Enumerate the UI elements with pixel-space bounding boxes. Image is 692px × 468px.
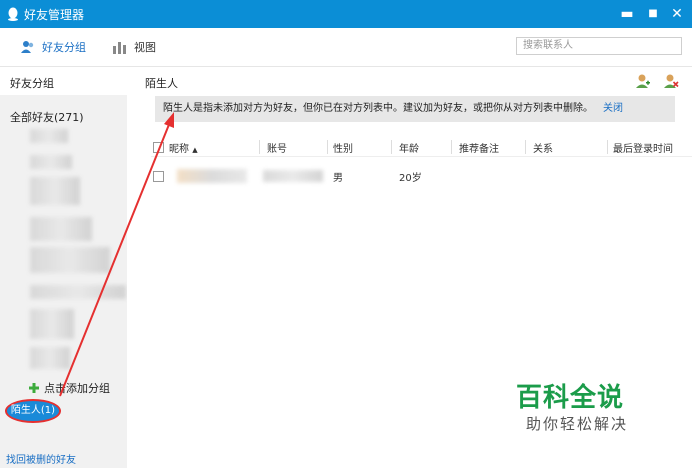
- blurred-group-item: [30, 309, 74, 339]
- minimize-button[interactable]: ▬: [616, 4, 638, 24]
- group-title: 陌生人: [145, 77, 178, 90]
- blurred-group-item: [30, 155, 72, 169]
- delete-friend-icon[interactable]: [663, 73, 679, 89]
- view-tool-button[interactable]: 视图: [112, 39, 156, 55]
- column-divider: [327, 140, 328, 154]
- stranger-notice: 陌生人是指未添加对方为好友，但你已在对方列表中。建议加为好友，或把你从对方列表中…: [155, 96, 675, 122]
- groups-tool-label: 好友分组: [42, 41, 86, 54]
- blurred-group-item: [30, 217, 92, 241]
- blurred-group-item: [30, 177, 80, 205]
- column-account[interactable]: 账号: [267, 140, 287, 155]
- qq-penguin-icon: [8, 7, 18, 21]
- column-recommended-note[interactable]: 推荐备注: [459, 140, 499, 155]
- select-all-checkbox[interactable]: [153, 142, 164, 153]
- blurred-group-item: [30, 347, 70, 369]
- column-age[interactable]: 年龄: [399, 140, 419, 155]
- blurred-group-item: [30, 129, 68, 143]
- sidebar-item-all-friends[interactable]: 全部好友(271): [10, 109, 84, 125]
- column-divider: [451, 140, 452, 154]
- maximize-button[interactable]: ■: [642, 4, 664, 24]
- row-checkbox[interactable]: [153, 171, 164, 182]
- column-relation[interactable]: 关系: [533, 140, 553, 155]
- notice-close-link[interactable]: 关闭: [603, 103, 623, 114]
- column-divider: [259, 140, 260, 154]
- column-divider: [525, 140, 526, 154]
- column-gender[interactable]: 性别: [333, 140, 353, 155]
- add-group-button[interactable]: 点击添加分组: [28, 380, 110, 396]
- column-divider: [391, 140, 392, 154]
- recover-deleted-friends-link[interactable]: 找回被删的好友: [6, 451, 76, 466]
- window-title: 好友管理器: [24, 8, 85, 22]
- column-last-login[interactable]: 最后登录时间: [613, 140, 673, 155]
- table-row[interactable]: 男 20岁: [151, 167, 692, 185]
- friends-icon: [21, 41, 34, 53]
- view-tool-label: 视图: [134, 41, 156, 54]
- blurred-group-item: [30, 285, 126, 299]
- row-gender: 男: [333, 173, 343, 184]
- bar-chart-icon: [113, 42, 126, 54]
- column-nickname-label: 昵称: [169, 144, 189, 155]
- row-age: 20岁: [399, 173, 422, 184]
- add-group-label: 点击添加分组: [44, 382, 110, 395]
- notice-text: 陌生人是指未添加对方为好友，但你已在对方列表中。建议加为好友，或把你从对方列表中…: [163, 103, 593, 114]
- blurred-account: [263, 170, 323, 182]
- watermark-subtitle: 助你轻松解决: [526, 415, 629, 433]
- title-bar: 好友管理器 ▬ ■ ✕: [0, 0, 692, 28]
- sidebar-header: 好友分组: [0, 67, 127, 95]
- search-input[interactable]: 搜索联系人: [516, 37, 682, 55]
- sort-ascending-icon: ▲: [192, 146, 198, 154]
- table-header: 昵称 ▲ 账号 性别 年龄 推荐备注 关系 最后登录时间: [151, 138, 692, 157]
- plus-icon: [29, 383, 39, 393]
- sidebar-header-label: 好友分组: [10, 77, 54, 90]
- column-divider: [607, 140, 608, 154]
- blurred-group-item: [30, 247, 110, 273]
- watermark-title: 百科全说: [516, 383, 625, 413]
- groups-tool-button[interactable]: 好友分组: [20, 39, 86, 55]
- add-friend-icon[interactable]: [635, 73, 651, 89]
- toolbar: 好友分组 视图 搜索联系人: [0, 28, 692, 67]
- close-button[interactable]: ✕: [666, 4, 688, 24]
- column-nickname[interactable]: 昵称 ▲: [169, 140, 198, 155]
- blurred-nickname: [177, 169, 247, 183]
- sidebar-item-stranger[interactable]: 陌生人(1): [5, 399, 61, 423]
- sidebar: 好友分组 全部好友(271) 点击添加分组 陌生人(1) 找回被删的好友: [0, 67, 127, 468]
